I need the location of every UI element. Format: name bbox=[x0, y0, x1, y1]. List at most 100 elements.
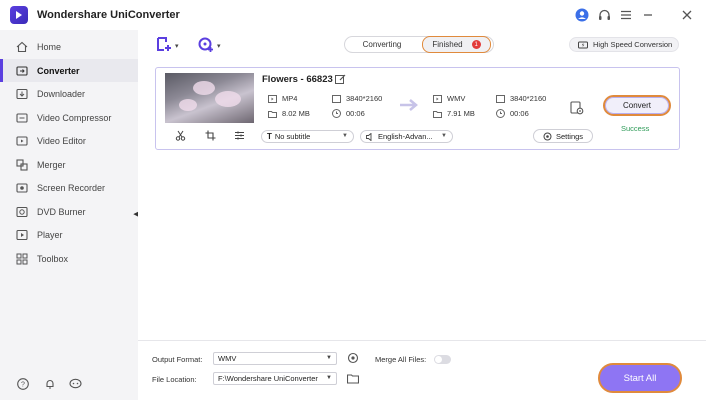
target-format-value: WMV bbox=[447, 94, 466, 103]
add-files-button[interactable]: ▾ bbox=[156, 36, 179, 57]
output-format-select[interactable]: WMV ▼ bbox=[213, 352, 337, 365]
sidebar: Home Converter Downloader Video Compress… bbox=[0, 30, 139, 400]
chevron-down-icon: ▾ bbox=[217, 43, 221, 50]
crop-icon[interactable] bbox=[204, 129, 216, 141]
video-edit-icon bbox=[16, 135, 28, 147]
sidebar-item-video-editor[interactable]: Video Editor bbox=[0, 129, 138, 152]
format-settings-icon[interactable] bbox=[347, 352, 359, 364]
clock-icon bbox=[331, 109, 341, 118]
trim-icon[interactable] bbox=[174, 129, 186, 141]
edit-name-icon[interactable] bbox=[335, 74, 346, 85]
converter-icon bbox=[16, 65, 28, 77]
source-resolution: 3840*2160 bbox=[331, 94, 382, 103]
high-speed-label: High Speed Conversion bbox=[593, 40, 673, 49]
sidebar-item-downloader[interactable]: Downloader bbox=[0, 82, 138, 105]
file-title: Flowers - 66823 bbox=[262, 74, 333, 85]
tab-finished[interactable]: Finished 1 bbox=[422, 36, 491, 53]
sidebar-item-label: Home bbox=[37, 41, 62, 52]
file-item-card: Flowers - 66823 MP4 3840*2160 8.02 MB 00… bbox=[155, 67, 680, 150]
add-disc-button[interactable]: ▾ bbox=[198, 37, 221, 54]
record-icon bbox=[16, 182, 28, 194]
title-bar: Wondershare UniConverter bbox=[0, 0, 706, 30]
lightning-icon bbox=[578, 40, 588, 50]
feedback-icon[interactable] bbox=[69, 377, 82, 390]
headset-icon[interactable] bbox=[596, 7, 612, 23]
source-format: MP4 bbox=[267, 94, 297, 103]
sidebar-item-label: Toolbox bbox=[37, 253, 69, 264]
help-icon[interactable]: ? bbox=[16, 377, 29, 390]
notification-icon[interactable] bbox=[43, 377, 56, 390]
chevron-down-icon: ▼ bbox=[326, 355, 332, 361]
sidebar-item-player[interactable]: Player bbox=[0, 223, 138, 246]
converter-panel: ▾ ▾ Converting Finished 1 High Speed Con… bbox=[138, 30, 706, 400]
settings-label: Settings bbox=[555, 131, 584, 141]
source-size: 8.02 MB bbox=[267, 109, 310, 118]
source-resolution-value: 3840*2160 bbox=[346, 94, 383, 103]
dvd-icon bbox=[16, 206, 28, 218]
home-icon bbox=[16, 41, 28, 53]
file-location-select[interactable]: F:\Wondershare UniConverter ▼ bbox=[213, 372, 337, 385]
high-speed-conversion-button[interactable]: High Speed Conversion bbox=[569, 37, 679, 52]
source-size-value: 8.02 MB bbox=[282, 109, 310, 118]
convert-arrow-icon bbox=[400, 99, 420, 111]
menu-icon[interactable] bbox=[618, 7, 634, 23]
clock-icon bbox=[495, 109, 505, 118]
effects-settings-icon[interactable] bbox=[233, 129, 245, 141]
audio-track-dropdown[interactable]: English-Advan... ▼ bbox=[360, 130, 453, 143]
minimize-icon[interactable] bbox=[640, 7, 656, 23]
target-format: WMV bbox=[432, 94, 465, 103]
add-file-icon bbox=[156, 36, 172, 57]
sidebar-item-converter[interactable]: Converter bbox=[0, 59, 138, 82]
output-format-value: WMV bbox=[218, 354, 237, 363]
tab-finished-label: Finished bbox=[432, 40, 463, 49]
output-settings-icon[interactable] bbox=[570, 101, 584, 115]
target-duration: 00:06 bbox=[495, 109, 529, 118]
settings-button[interactable]: Settings bbox=[533, 129, 593, 143]
finished-count-badge: 1 bbox=[471, 40, 481, 49]
status-badge: Success bbox=[621, 124, 650, 133]
merge-icon bbox=[16, 158, 28, 171]
thumbnail-blossom bbox=[215, 91, 241, 107]
merge-all-files-toggle[interactable] bbox=[434, 355, 451, 364]
chevron-down-icon: ▼ bbox=[441, 133, 447, 139]
close-icon[interactable] bbox=[679, 7, 695, 23]
open-folder-icon[interactable] bbox=[347, 372, 359, 384]
thumbnail-blossom bbox=[193, 81, 215, 95]
sidebar-item-home[interactable]: Home bbox=[0, 35, 138, 58]
target-resolution-value: 3840*2160 bbox=[510, 94, 547, 103]
sidebar-item-label: Video Compressor bbox=[37, 112, 112, 123]
sidebar-item-label: Downloader bbox=[37, 88, 86, 99]
sidebar-item-toolbox[interactable]: Toolbox bbox=[0, 247, 138, 270]
tab-converting[interactable]: Converting bbox=[347, 38, 417, 51]
sidebar-item-screen-recorder[interactable]: Screen Recorder bbox=[0, 176, 138, 199]
video-file-icon bbox=[267, 94, 277, 103]
uniconverter-logo bbox=[10, 6, 28, 24]
merge-all-files-label: Merge All Files: bbox=[375, 355, 427, 364]
video-thumbnail[interactable] bbox=[165, 73, 254, 123]
audio-icon bbox=[366, 132, 375, 141]
sidebar-item-label: Video Editor bbox=[37, 135, 86, 146]
chevron-down-icon: ▾ bbox=[175, 43, 179, 50]
subtitle-dropdown[interactable]: T No subtitle ▼ bbox=[261, 130, 354, 143]
sidebar-item-dvd-burner[interactable]: DVD Burner bbox=[0, 200, 138, 223]
compress-icon bbox=[16, 112, 28, 124]
source-duration-value: 00:06 bbox=[346, 109, 365, 118]
sidebar-item-merger[interactable]: Merger bbox=[0, 153, 138, 176]
subtitle-value: No subtitle bbox=[274, 132, 311, 141]
target-duration-value: 00:06 bbox=[510, 109, 529, 118]
app-title: Wondershare UniConverter bbox=[37, 9, 180, 21]
download-icon bbox=[16, 88, 28, 100]
convert-button[interactable]: Convert bbox=[603, 95, 671, 116]
chevron-down-icon: ▼ bbox=[326, 375, 332, 381]
gear-icon bbox=[543, 132, 552, 141]
resolution-icon bbox=[495, 94, 505, 103]
video-file-icon bbox=[432, 94, 442, 103]
sidebar-item-video-compressor[interactable]: Video Compressor bbox=[0, 106, 138, 129]
user-icon[interactable] bbox=[574, 7, 590, 23]
folder-icon bbox=[432, 109, 442, 118]
thumbnail-blossom bbox=[179, 99, 197, 111]
folder-icon bbox=[267, 109, 277, 118]
start-all-button[interactable]: Start All bbox=[598, 363, 682, 393]
audio-track-value: English-Advan... bbox=[378, 132, 433, 141]
source-duration: 00:06 bbox=[331, 109, 365, 118]
